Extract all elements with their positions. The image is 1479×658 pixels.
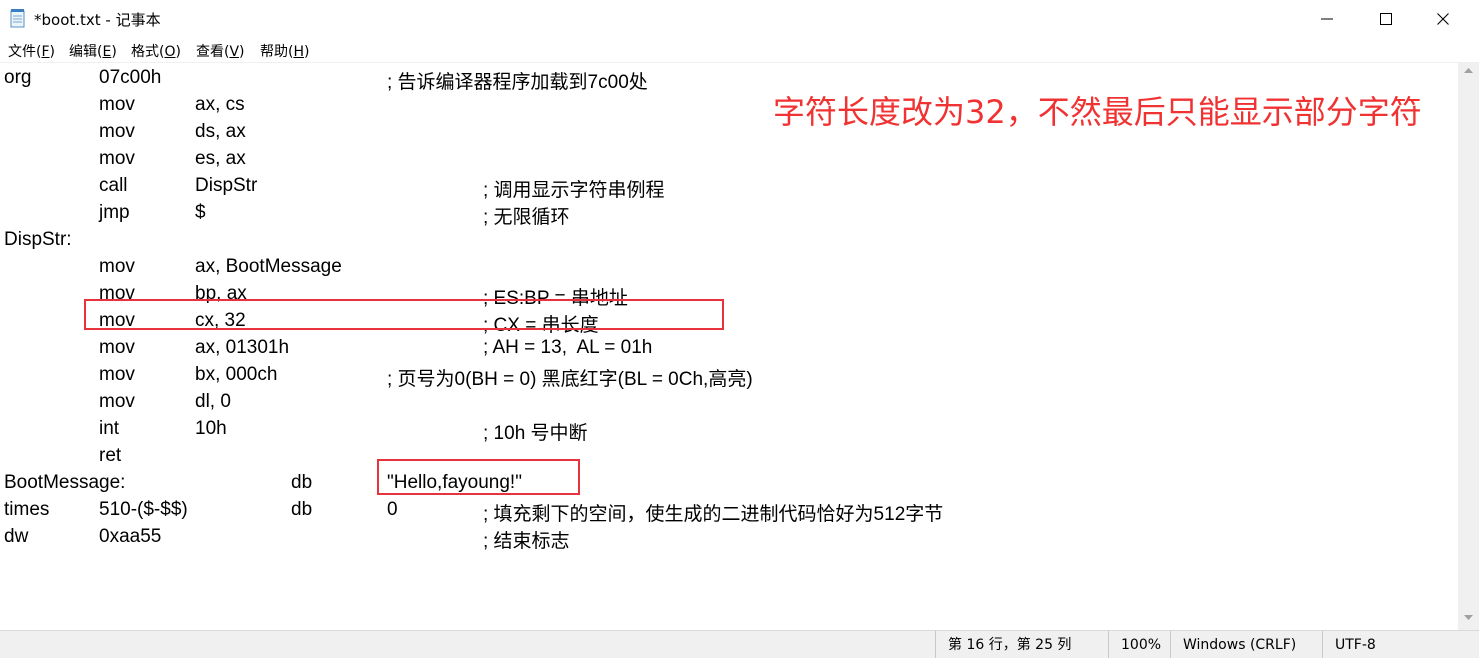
code-token: times (4, 499, 50, 520)
maximize-button[interactable] (1357, 0, 1414, 37)
code-line: BootMessage: db "Hello,fayoung!" (4, 472, 1444, 499)
menu-edit[interactable]: 编辑(E) (69, 41, 117, 61)
code-token: mov (99, 148, 135, 169)
notepad-icon (9, 8, 27, 28)
code-token: mov (99, 364, 135, 385)
code-token: db (291, 499, 313, 520)
code-token: ax, BootMessage (195, 256, 342, 277)
code-token: ; 10h 号中断 (483, 423, 588, 444)
code-line: times 510-($-$$) db 0 ; 填充剩下的空间，使生成的二进制代码恰好为… (4, 499, 1444, 526)
code-token: 10h (195, 418, 227, 439)
annotation-note: 字符长度改为32，不然最后只能显示部分字符 (773, 93, 1422, 131)
code-token: call (99, 175, 128, 196)
close-icon (1436, 12, 1449, 25)
code-token: DispStr (195, 175, 258, 196)
code-token: int (99, 418, 120, 439)
code-line: mov ax, 01301h ; AH = 13, AL = 01h (4, 337, 1444, 364)
code-token: org (4, 67, 32, 88)
zoom-level: 100% (1108, 631, 1170, 658)
minimize-button[interactable] (1298, 0, 1355, 37)
code-token: 510-($-$$) (99, 499, 188, 520)
code-line: ret (4, 445, 1444, 472)
code-token: ; 页号为0(BH = 0) 黑底红字(BL = 0Ch,高亮) (387, 369, 753, 390)
menu-view[interactable]: 查看(V) (196, 41, 245, 61)
code-token: bx, 000ch (195, 364, 278, 385)
code-token: db (291, 472, 313, 493)
code-token: es, ax (195, 148, 246, 169)
code-token: $ (195, 202, 206, 223)
code-line: mov es, ax (4, 148, 1444, 175)
code-token: ax, 01301h (195, 337, 290, 358)
code-line: DispStr: (4, 229, 1444, 256)
code-line: mov bx, 000ch ; 页号为0(BH = 0) 黑底红字(BL = 0Ch… (4, 364, 1444, 391)
highlight-box-message (377, 459, 580, 495)
code-token: jmp (99, 202, 130, 223)
code-token: 0 (387, 499, 398, 520)
scroll-down-icon[interactable] (1464, 615, 1473, 621)
code-line: call DispStr ; 调用显示字符串例程 (4, 175, 1444, 202)
code-line: jmp $ ; 无限循环 (4, 202, 1444, 229)
encoding: UTF-8 (1322, 631, 1479, 658)
line-ending: Windows (CRLF) (1170, 631, 1322, 658)
code-token: dl, 0 (195, 391, 231, 412)
scroll-up-icon[interactable] (1464, 68, 1473, 74)
text-editor[interactable]: org 07c00h ; 告诉编译器程序加载到7c00处 mov ax, cs mov ds… (0, 62, 1458, 630)
menu-file[interactable]: 文件(F) (8, 41, 55, 61)
code-token: 0xaa55 (99, 526, 162, 547)
window-title: *boot.txt - 记事本 (34, 11, 161, 29)
highlight-box-cx (84, 299, 724, 330)
menu-format[interactable]: 格式(O) (131, 41, 181, 61)
vertical-scrollbar[interactable] (1458, 62, 1479, 630)
code-token: ; 告诉编译器程序加载到7c00处 (387, 72, 648, 93)
code-token: mov (99, 256, 135, 277)
menu-bar: 文件(F) 编辑(E) 格式(O) 查看(V) 帮助(H) (0, 37, 1479, 62)
code-token: ds, ax (195, 121, 246, 142)
code-token: ret (99, 445, 122, 466)
code-line: dw 0xaa55 ; 结束标志 (4, 526, 1444, 553)
code-token: mov (99, 337, 135, 358)
status-bar: 第 16 行，第 25 列 100% Windows (CRLF) UTF-8 (0, 630, 1479, 658)
close-button[interactable] (1414, 0, 1471, 37)
code-token: ; 调用显示字符串例程 (483, 180, 665, 201)
title-bar: *boot.txt - 记事本 (0, 0, 1479, 37)
maximize-icon (1379, 12, 1392, 25)
menu-help[interactable]: 帮助(H) (260, 41, 309, 61)
code-token: dw (4, 526, 29, 547)
code-token: mov (99, 94, 135, 115)
code-line: mov ax, BootMessage (4, 256, 1444, 283)
minimize-icon (1320, 18, 1333, 19)
code-token: BootMessage: (4, 472, 126, 493)
code-line: mov dl, 0 (4, 391, 1444, 418)
code-token: mov (99, 121, 135, 142)
code-token: mov (99, 391, 135, 412)
code-token: ; 结束标志 (483, 531, 570, 552)
code-token: 07c00h (99, 67, 162, 88)
code-token: ; AH = 13, AL = 01h (483, 337, 653, 358)
code-token: DispStr: (4, 229, 72, 250)
cursor-position: 第 16 行，第 25 列 (935, 631, 1108, 658)
code-token: ax, cs (195, 94, 245, 115)
code-line: int 10h ; 10h 号中断 (4, 418, 1444, 445)
code-token: ; 无限循环 (483, 207, 570, 228)
code-token: ; 填充剩下的空间，使生成的二进制代码恰好为512字节 (483, 504, 944, 525)
